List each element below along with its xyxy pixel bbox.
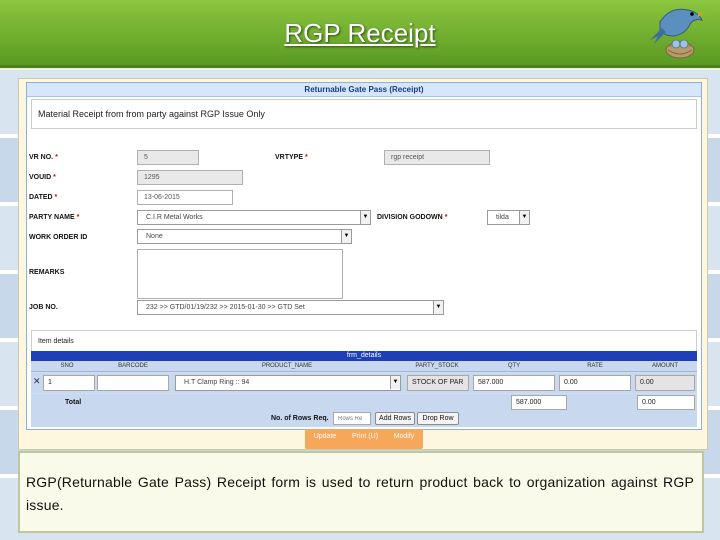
rows-req-input[interactable] [333,412,371,425]
details-grid: frm_details SNO BARCODE PRODUCT_NAME PAR… [31,351,697,427]
rate-cell[interactable]: 0.00 [559,375,631,391]
bird-on-nest-icon [650,8,706,59]
work-order-id-label: WORK ORDER ID [29,234,88,241]
chevron-down-icon[interactable]: ▼ [360,211,370,224]
vr-no-label: VR NO. * [29,154,58,161]
dated-label: DATED * [29,194,58,201]
grid-column-header: SNO [60,363,74,369]
item-details-label: Item details [31,330,697,352]
party-name-value: C.I.R Metal Works [146,214,203,221]
vouid-field[interactable]: 1295 [137,170,243,185]
party-name-select[interactable]: C.I.R Metal Works ▼ [137,210,371,225]
sno-cell[interactable]: 1 [43,375,95,391]
slide: RGP Receipt Returnable Gate Pass (Receip… [0,0,720,540]
party-stock-cell[interactable]: STOCK OF PAR [407,375,469,391]
barcode-cell[interactable] [97,375,169,391]
chevron-down-icon[interactable]: ▼ [519,211,529,224]
division-godown-label: DIVISION GODOWN * [377,214,448,221]
grid-column-header: QTY [507,363,521,369]
chevron-down-icon[interactable]: ▼ [341,230,351,243]
remarks-label: REMARKS [29,269,65,276]
job-no-value: 232 >> GTD/01/19/232 >> 2015-01-30 >> GT… [146,304,305,311]
rows-toolbar: No. of Rows Req. Add Rows Drop Row [31,411,697,427]
title-bar: RGP Receipt [0,0,720,68]
grid-column-header: RATE [587,363,603,369]
form-subtitle: Material Receipt from from party against… [31,99,697,129]
total-amount-field[interactable]: 0.00 [637,395,695,410]
party-name-label: PARTY NAME * [29,214,80,221]
grid-column-header: BARCODE [118,363,148,369]
chevron-down-icon[interactable]: ▼ [390,376,400,389]
slide-title: RGP Receipt [284,18,436,48]
grid-header-row: SNO BARCODE PRODUCT_NAME PARTY_STOCK QTY… [31,361,697,372]
qty-cell[interactable]: 587.000 [473,375,555,391]
dated-field[interactable]: 13-06-2015 [137,190,233,205]
job-no-select[interactable]: 232 >> GTD/01/19/232 >> 2015-01-30 >> GT… [137,300,444,315]
grid-title: frm_details [31,351,697,361]
remarks-textarea[interactable] [137,249,343,299]
rgp-receipt-form: Returnable Gate Pass (Receipt) Material … [26,82,702,430]
product-name-select[interactable]: H.T Clamp Ring :: 94 ▼ [175,375,401,391]
print-button[interactable]: Print (U) [345,433,385,440]
division-godown-value: tilda [496,214,509,221]
form-header: Returnable Gate Pass (Receipt) [27,83,701,97]
slide-caption: RGP(Returnable Gate Pass) Receipt form i… [18,451,704,533]
chevron-down-icon[interactable]: ▼ [433,301,443,314]
division-godown-select[interactable]: tilda ▼ [487,210,530,225]
screenshot-panel: Returnable Gate Pass (Receipt) Material … [18,78,708,450]
vouid-label: VOUID * [29,174,56,181]
rows-req-label: No. of Rows Req. [271,415,329,422]
grid-column-header: PRODUCT_NAME [261,363,313,369]
total-qty-field[interactable]: 587.000 [511,395,567,410]
vrtype-label: VRTYPE * [275,154,308,161]
drop-row-button[interactable]: Drop Row [417,412,459,425]
table-row: ✕ 1 H.T Clamp Ring :: 94 ▼ STOCK OF PAR … [31,373,697,393]
work-order-id-value: None [146,233,163,240]
vr-no-field[interactable]: 5 [137,150,199,165]
amount-cell[interactable]: 0.00 [635,375,695,391]
total-label: Total [65,399,82,406]
vrtype-field[interactable]: rgp receipt [384,150,490,165]
action-bar: Update Print (U) Modify [305,429,423,449]
grid-column-header: PARTY_STOCK [415,363,459,369]
modify-button[interactable]: Modify [387,433,421,440]
update-button[interactable]: Update [309,433,341,440]
total-row: Total 587.000 0.00 [31,394,697,411]
close-icon[interactable]: ✕ [33,376,41,387]
add-rows-button[interactable]: Add Rows [375,412,415,425]
product-name-value: H.T Clamp Ring :: 94 [184,379,250,386]
job-no-label: JOB NO. [29,304,58,311]
work-order-id-select[interactable]: None ▼ [137,229,352,244]
grid-column-header: AMOUNT [652,363,678,369]
